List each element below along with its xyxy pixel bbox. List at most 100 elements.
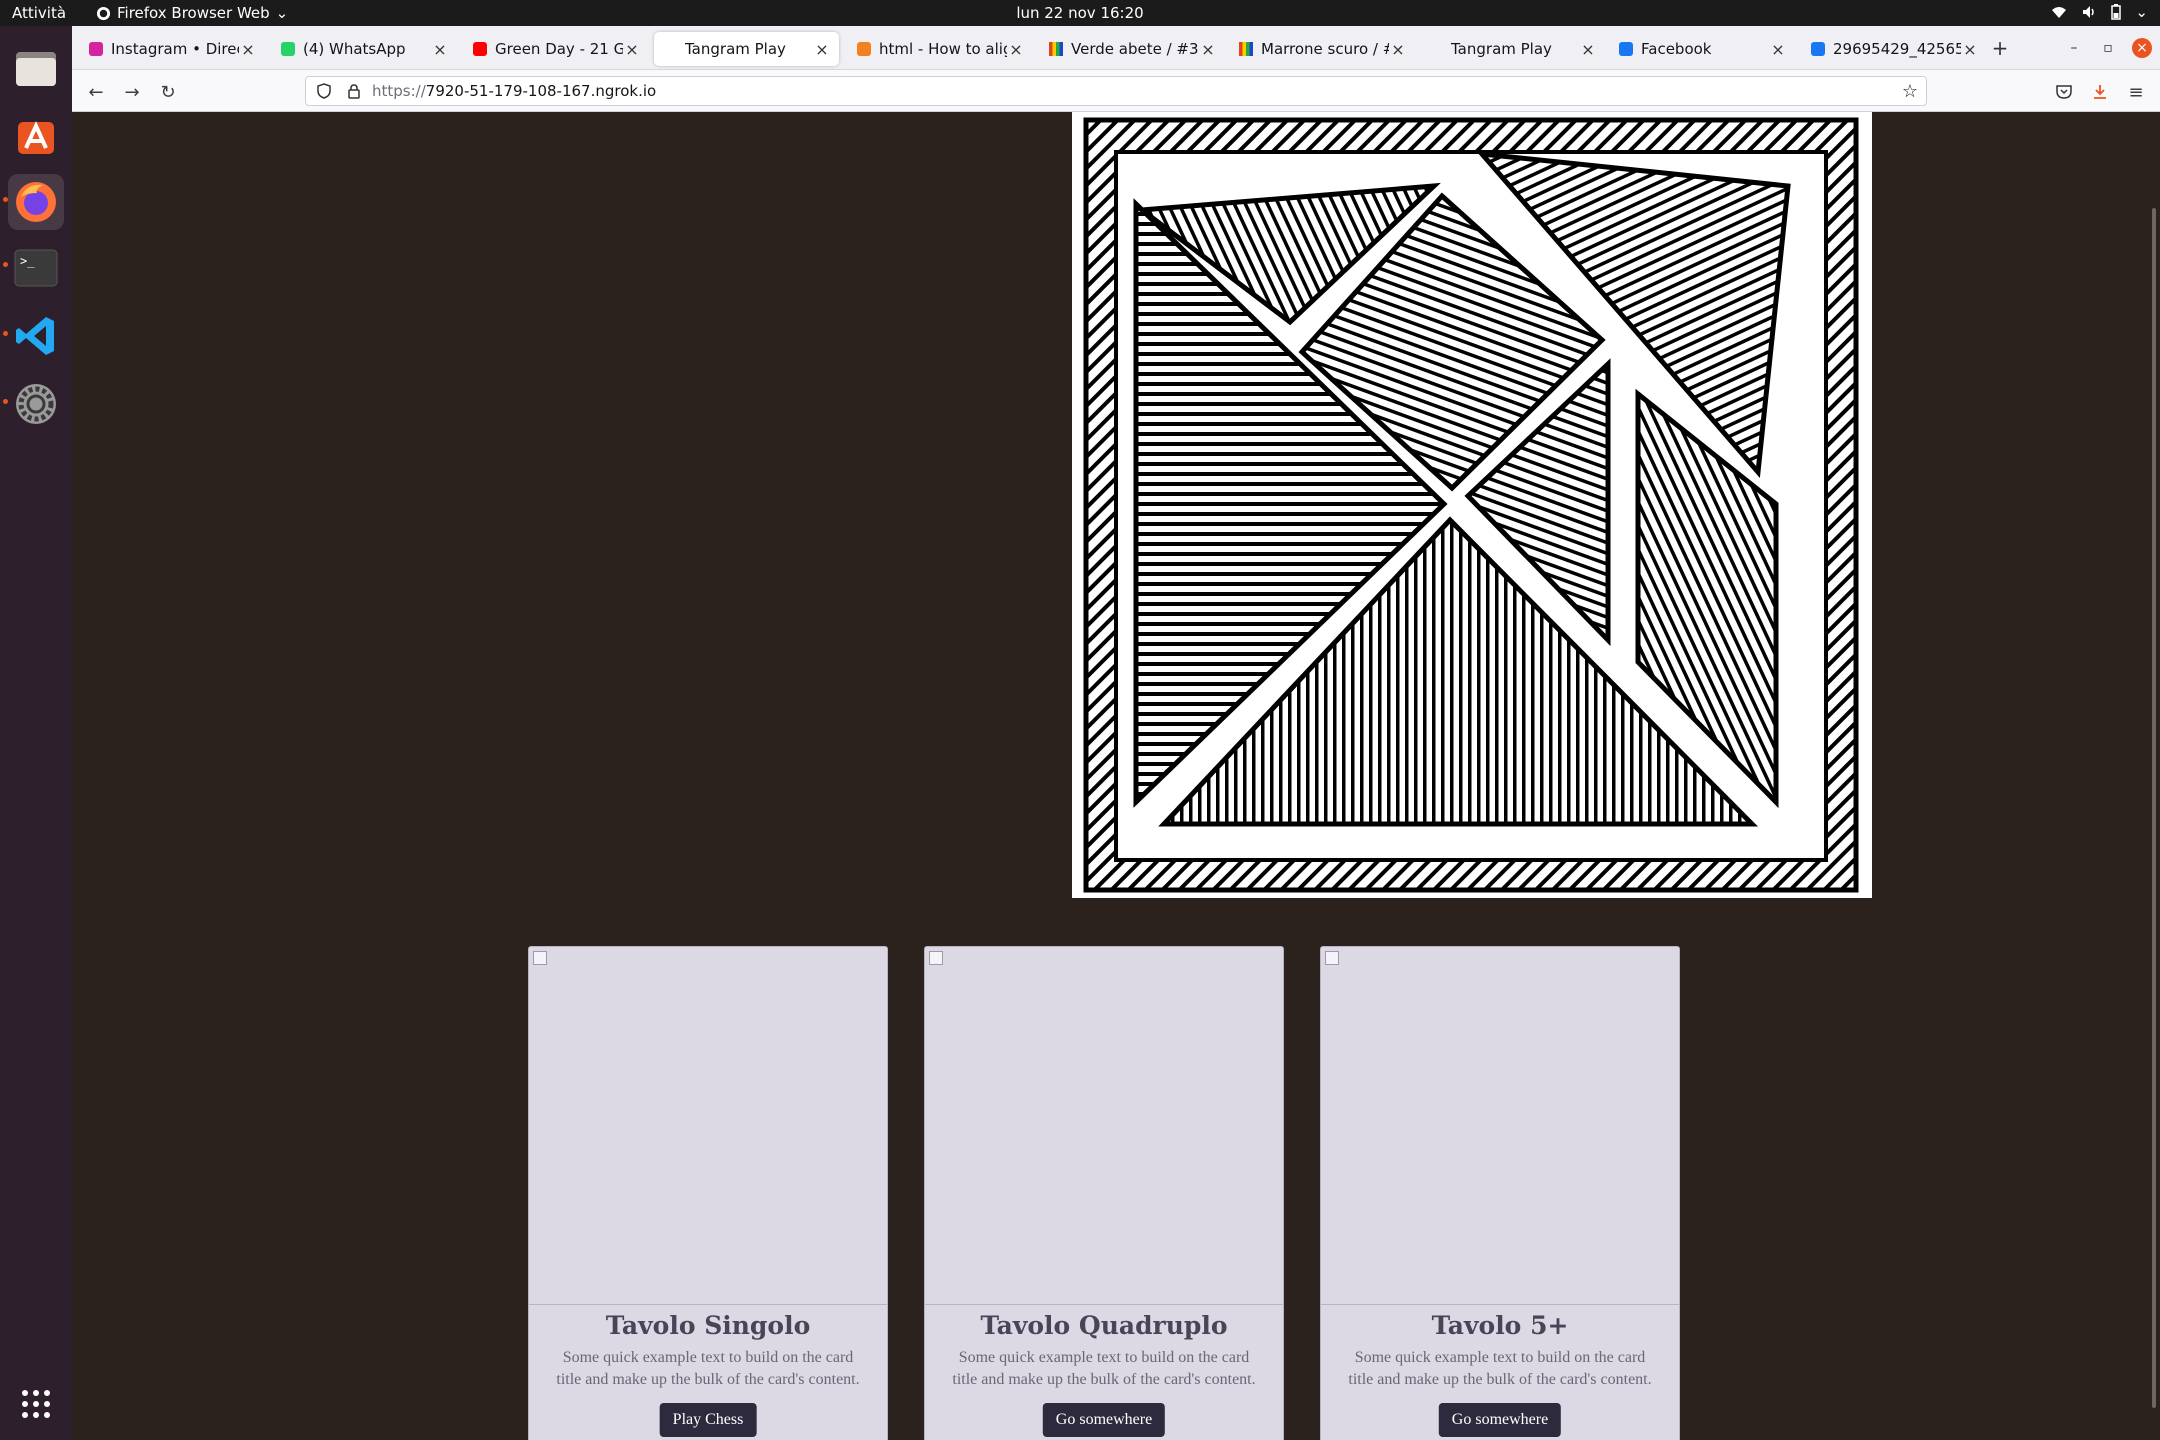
chevron-down-icon: ⌄ [2135,3,2148,21]
tab-title: html - How to align i [879,40,1007,58]
app-store-icon [18,121,54,154]
tab-title: Tangram Play [685,40,786,58]
bookmark-star-icon[interactable]: ☆ [1902,81,1918,102]
vscode-icon [16,317,54,355]
reload-icon: ↻ [160,81,176,103]
card-button[interactable]: Play Chess [659,1403,757,1437]
facebook-icon [1618,41,1634,57]
broken-image-icon [1325,951,1339,965]
reload-button[interactable]: ↻ [154,78,182,106]
activities-button[interactable]: Attività [12,4,66,22]
close-tab-icon[interactable]: × [431,40,449,59]
system-top-bar: Attività Firefox Browser Web ⌄ lun 22 no… [0,0,2160,26]
close-window-button[interactable]: × [2132,38,2152,58]
back-button[interactable]: ← [82,78,110,106]
forward-button[interactable]: → [118,78,146,106]
new-tab-button[interactable]: + [1990,36,2010,60]
close-tab-icon[interactable]: × [1389,40,1407,59]
downloads-button[interactable] [2086,78,2114,106]
tab-title: Instagram • Direct [111,40,239,58]
shield-icon[interactable] [312,83,336,99]
close-tab-icon[interactable]: × [1961,40,1979,59]
tab-title: Green Day - 21 Guns [495,40,623,58]
tab-bar: Instagram • Direct × (4) WhatsApp × Green Da… [72,26,2160,70]
pocket-button[interactable] [2050,78,2078,106]
tab-5[interactable]: Verde abete / #313× [1040,32,1225,66]
dock-software[interactable] [8,108,64,164]
dock-firefox[interactable] [8,174,64,230]
tab-9[interactable]: 29695429_4256563× [1802,32,1987,66]
app-menu[interactable]: Firefox Browser Web ⌄ [96,4,288,22]
svg-text:>_: >_ [20,254,35,268]
scrollbar[interactable] [2152,208,2156,1408]
card-image [1321,947,1679,1305]
minimize-button[interactable]: – [2064,38,2084,58]
card-button[interactable]: Go somewhere [1438,1403,1562,1437]
close-tab-icon[interactable]: × [239,40,257,59]
card-image [529,947,887,1305]
wifi-icon [2052,7,2067,18]
tab-6[interactable]: Marrone scuro / #65× [1230,32,1415,66]
restore-button[interactable]: ▫ [2098,38,2118,58]
whatsapp-icon [280,41,296,57]
card-title: Tavolo Singolo [605,1311,811,1340]
tab-title: Marrone scuro / #65 [1261,40,1389,58]
download-icon [2094,85,2106,99]
dock-show-apps[interactable] [8,1376,64,1432]
settings-icon [16,384,56,424]
tab-title: (4) WhatsApp [303,40,406,58]
tab-title: 29695429_4256563 [1833,40,1961,58]
folder-icon [16,52,56,86]
close-tab-icon[interactable]: × [1199,40,1217,59]
close-tab-icon[interactable]: × [623,40,641,59]
close-tab-icon[interactable]: × [1579,40,1597,59]
clock[interactable]: lun 22 nov 16:20 [1016,4,1143,22]
chevron-down-icon: ⌄ [275,4,289,22]
dock-files[interactable] [8,40,64,96]
url-bar[interactable]: https://7920-51-179-108-167.ngrok.io ☆ [305,76,1927,106]
stackoverflow-icon [856,41,872,57]
facebook-icon [1810,41,1826,57]
hamburger-icon: ≡ [2128,81,2144,103]
cards-row: Tavolo Singolo Some quick example text to… [528,946,1680,1440]
menu-button[interactable]: ≡ [2122,78,2150,106]
tab-title: Verde abete / #313 [1071,40,1199,58]
color-palette-icon [1238,41,1254,57]
broken-image-icon [929,951,943,965]
page-content: Tavolo Singolo Some quick example text to… [72,112,2160,1440]
card-text: Some quick example text to build on the … [556,1349,860,1388]
battery-icon [2111,4,2122,20]
tab-title: Tangram Play [1451,40,1552,58]
youtube-icon [472,41,488,57]
tab-2[interactable]: Green Day - 21 Guns× [464,32,649,66]
tab-0[interactable]: Instagram • Direct × [80,32,265,66]
tab-1[interactable]: (4) WhatsApp × [272,32,457,66]
dock-terminal[interactable]: >_ [8,240,64,296]
lock-icon[interactable] [342,83,366,99]
tab-4[interactable]: html - How to align i× [848,32,1033,66]
close-tab-icon[interactable]: × [813,40,831,59]
tab-8[interactable]: Facebook × [1610,32,1795,66]
tab-3[interactable]: Tangram Play × [654,32,839,66]
firefox-icon [16,182,56,222]
arrow-left-icon: ← [88,81,104,103]
table-card: Tavolo 5+ Some quick example text to buil… [1320,946,1680,1440]
color-palette-icon [1048,41,1064,57]
tab-title: Facebook [1641,40,1712,58]
instagram-icon [88,41,104,57]
navigation-bar: ← → ↻ https://7920-51-179-108-167.ngrok.… [72,70,2160,112]
url-text[interactable]: https://7920-51-179-108-167.ngrok.io [372,82,656,100]
close-tab-icon[interactable]: × [1769,40,1787,59]
dock-settings[interactable] [8,376,64,432]
system-tray[interactable]: ⌄ [2051,3,2148,21]
dock-vscode[interactable] [8,308,64,364]
grid-icon [22,1390,50,1418]
table-card: Tavolo Singolo Some quick example text to… [528,946,888,1440]
close-tab-icon[interactable]: × [1007,40,1025,59]
pocket-icon [2056,85,2072,99]
card-button[interactable]: Go somewhere [1042,1403,1166,1437]
card-text: Some quick example text to build on the … [952,1349,1256,1388]
card-image [925,947,1283,1305]
tab-7[interactable]: Tangram Play × [1420,32,1605,66]
arrow-right-icon: → [124,81,140,103]
